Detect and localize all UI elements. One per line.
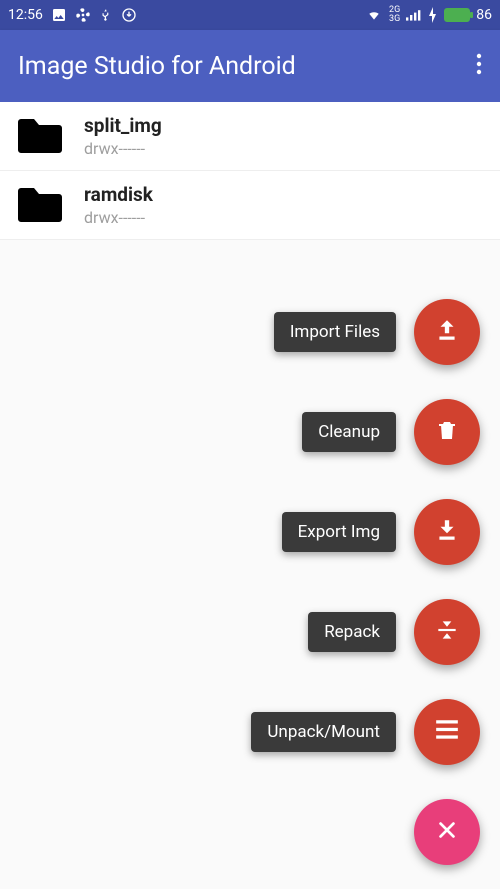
menu-icon <box>434 720 460 744</box>
compress-icon <box>434 616 460 648</box>
file-permissions: drwx------ <box>84 139 162 158</box>
fab-action-export: Export Img <box>282 499 480 565</box>
overflow-menu-button[interactable] <box>476 53 482 79</box>
file-list: split_img drwx------ ramdisk drwx------ <box>0 102 500 240</box>
fab-action-cleanup: Cleanup <box>302 399 480 465</box>
trash-icon <box>435 417 459 447</box>
app-bar: Image Studio for Android <box>0 30 500 102</box>
file-row[interactable]: ramdisk drwx------ <box>0 171 500 240</box>
app-title: Image Studio for Android <box>18 52 296 81</box>
battery-icon <box>444 8 470 22</box>
status-time: 12:56 <box>8 7 43 23</box>
fab-button-import[interactable] <box>414 299 480 365</box>
folder-icon <box>14 116 66 156</box>
fab-action-import: Import Files <box>274 299 480 365</box>
fab-label[interactable]: Cleanup <box>302 412 396 452</box>
status-bar: 12:56 2G 3G 86 <box>0 0 500 30</box>
fan-icon <box>75 7 91 23</box>
file-row[interactable]: split_img drwx------ <box>0 102 500 171</box>
fab-button-unpack[interactable] <box>414 699 480 765</box>
folder-icon <box>14 185 66 225</box>
fab-button-repack[interactable] <box>414 599 480 665</box>
fab-close-row <box>414 799 480 865</box>
download-icon <box>434 517 460 547</box>
file-name: split_img <box>84 114 162 137</box>
fab-action-unpack: Unpack/Mount <box>251 699 480 765</box>
signal-icon <box>406 8 422 22</box>
download-circle-icon <box>121 7 137 23</box>
usb-icon <box>99 7 113 23</box>
fab-label[interactable]: Export Img <box>282 512 396 552</box>
network-label: 2G 3G <box>389 6 400 24</box>
fab-label[interactable]: Unpack/Mount <box>251 712 396 752</box>
fab-action-repack: Repack <box>308 599 480 665</box>
upload-icon <box>434 317 460 347</box>
close-icon <box>436 819 458 845</box>
file-name: ramdisk <box>84 183 153 206</box>
charging-icon <box>428 7 438 23</box>
fab-label[interactable]: Repack <box>308 612 396 652</box>
fab-button-cleanup[interactable] <box>414 399 480 465</box>
wifi-icon <box>365 8 383 22</box>
fab-button-export[interactable] <box>414 499 480 565</box>
file-permissions: drwx------ <box>84 208 153 227</box>
fab-close-button[interactable] <box>414 799 480 865</box>
battery-percent: 86 <box>476 7 492 23</box>
fab-menu: Import Files Cleanup Export Img Repack <box>251 299 480 865</box>
fab-label[interactable]: Import Files <box>274 312 396 352</box>
image-icon <box>51 7 67 23</box>
